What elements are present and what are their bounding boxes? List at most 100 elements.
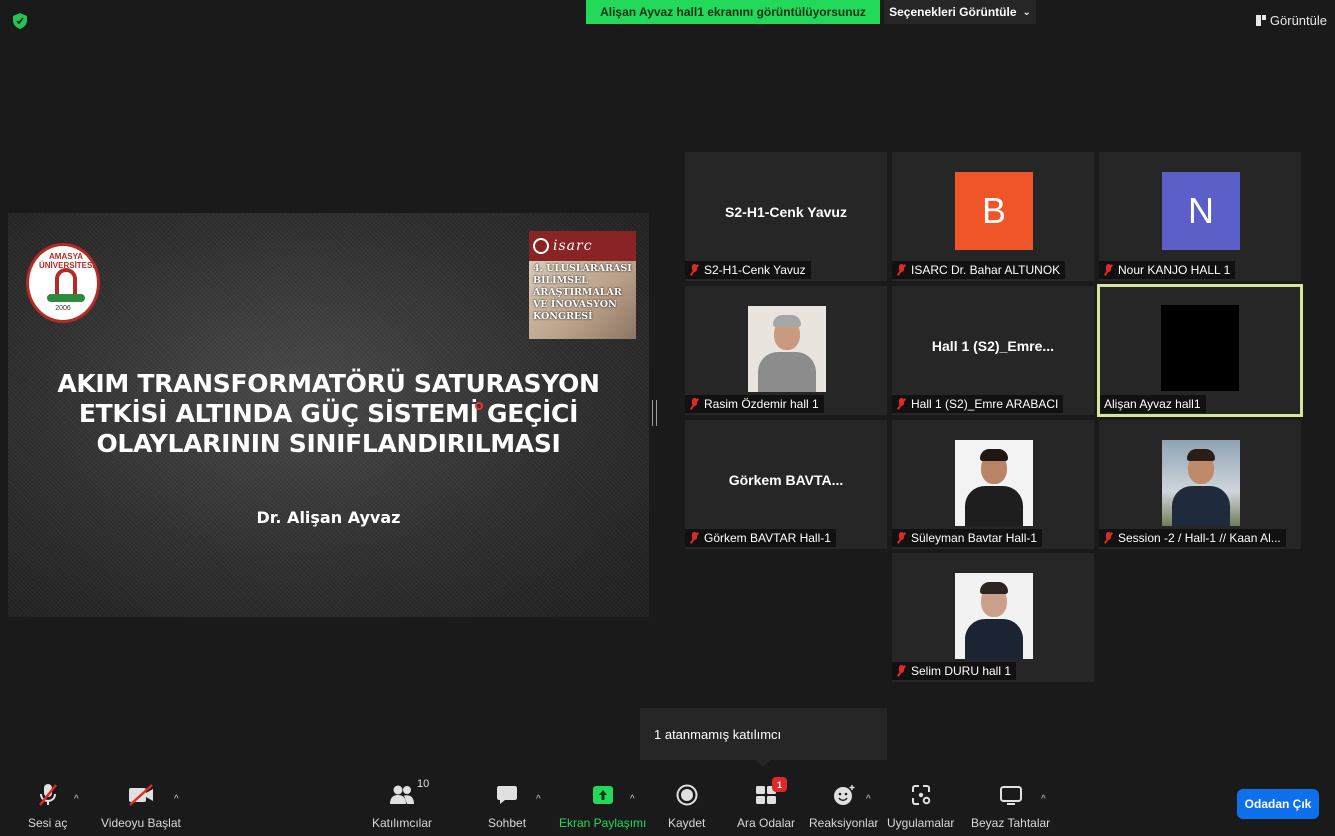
participant-nameplate: Nour KANJO HALL 1 xyxy=(1099,261,1236,279)
participants-icon xyxy=(390,785,414,804)
isarc-logo: isarc 4. ULUSLARARASI BİLİMSEL ARAŞTIRMA… xyxy=(529,231,636,339)
participants-button[interactable]: 10 Katılımcılar xyxy=(372,778,433,830)
participant-tile[interactable]: Süleyman Bavtar Hall-1 xyxy=(892,420,1094,549)
chat-options-caret-icon[interactable]: ^ xyxy=(536,794,541,805)
isarc-word: isarc xyxy=(553,238,593,254)
participant-tile[interactable]: Görkem BAVTA... Görkem BAVTAR Hall-1 xyxy=(685,420,887,549)
participant-video xyxy=(1162,440,1240,526)
whiteboard-caret-icon[interactable]: ^ xyxy=(1041,794,1046,805)
participant-display-name: Görkem BAVTA... xyxy=(728,472,844,488)
isarc-line: 4. ULUSLARARASI xyxy=(533,263,632,274)
record-icon xyxy=(676,784,698,806)
shared-screen[interactable]: AMASYA ÜNİVERSİTESİ 2006 isarc 4. ULUSLA… xyxy=(8,213,649,617)
slide-title: AKIM TRANSFORMATÖRÜ SATURASYON ETKİSİ AL… xyxy=(48,369,609,459)
start-video-button[interactable]: Videoyu Başlat xyxy=(101,782,181,830)
participant-display-name: S2-H1-Cenk Yavuz xyxy=(725,204,847,220)
view-layout-icon xyxy=(1255,14,1266,26)
mic-muted-icon xyxy=(689,532,700,544)
shield-icon[interactable] xyxy=(13,13,27,29)
audio-options-caret-icon[interactable]: ^ xyxy=(74,794,79,805)
participant-video xyxy=(1161,305,1239,391)
mic-muted-icon xyxy=(689,264,700,276)
breakout-rooms-label: Ara Odalar xyxy=(737,816,796,830)
participant-video xyxy=(955,573,1033,659)
isarc-line: VE İNOVASYON xyxy=(533,299,617,310)
slide-title-line: AKIM TRANSFORMATÖRÜ SATURASYON xyxy=(57,369,600,398)
participant-video xyxy=(748,306,826,392)
breakout-rooms-button[interactable]: 1 Ara Odalar xyxy=(737,777,796,830)
splitter-handle[interactable] xyxy=(652,400,657,426)
participant-name: Hall 1 (S2)_Emre ARABACI xyxy=(911,397,1059,411)
unassigned-participants-tooltip: 1 atanmamış katılımcı xyxy=(640,708,887,760)
whiteboards-button[interactable]: Beyaz Tahtalar xyxy=(971,782,1050,830)
unmute-label: Sesi aç xyxy=(28,816,68,830)
mic-muted-icon xyxy=(1103,532,1114,544)
view-options-button[interactable]: Seçenekleri Görüntüle ⌄ xyxy=(884,0,1036,24)
participant-name: Görkem BAVTAR Hall-1 xyxy=(704,531,831,545)
participant-tile[interactable]: Session -2 / Hall-1 // Kaan Al... xyxy=(1099,420,1301,549)
isarc-line: BİLİMSEL xyxy=(533,275,588,286)
participant-nameplate: Alişan Ayvaz hall1 xyxy=(1100,395,1206,413)
mic-muted-icon xyxy=(1103,264,1114,276)
whiteboards-label: Beyaz Tahtalar xyxy=(971,816,1051,830)
unmute-button[interactable]: Sesi aç xyxy=(28,782,67,830)
video-off-icon xyxy=(128,784,153,806)
participant-name: ISARC Dr. Bahar ALTUNOK xyxy=(911,263,1061,277)
participant-nameplate: Session -2 / Hall-1 // Kaan Al... xyxy=(1099,529,1286,547)
reactions-icon xyxy=(833,785,855,805)
participant-name: S2-H1-Cenk Yavuz xyxy=(704,263,806,277)
participant-nameplate: S2-H1-Cenk Yavuz xyxy=(685,261,811,279)
isarc-line: KONGRESİ xyxy=(533,311,593,322)
apps-icon xyxy=(911,785,930,805)
slide-title-line: OLAYLARININ SINIFLANDIRILMASI xyxy=(96,429,561,458)
reactions-button[interactable]: Reaksiyonlar xyxy=(809,782,878,830)
reactions-caret-icon[interactable]: ^ xyxy=(866,794,871,805)
view-toggle-button[interactable]: Görüntüle xyxy=(1255,10,1327,30)
participant-nameplate: ISARC Dr. Bahar ALTUNOK xyxy=(892,261,1066,279)
reactions-label: Reaksiyonlar xyxy=(809,816,879,830)
participant-tile-active-speaker[interactable]: Alişan Ayvaz hall1 xyxy=(1097,284,1303,417)
participant-nameplate: Görkem BAVTAR Hall-1 xyxy=(685,529,836,547)
participant-display-name: Hall 1 (S2)_Emre... xyxy=(931,338,1055,354)
share-screen-button[interactable]: Ekran Paylaşımı xyxy=(559,782,646,830)
share-screen-label: Ekran Paylaşımı xyxy=(559,816,647,830)
participant-tile[interactable]: Rasim Özdemir hall 1 xyxy=(685,286,887,415)
view-options-label: Seçenekleri Görüntüle xyxy=(889,5,1017,19)
participant-nameplate: Rasim Özdemir hall 1 xyxy=(685,395,824,413)
participant-nameplate: Selim DURU hall 1 xyxy=(892,662,1017,680)
participant-video xyxy=(955,440,1033,526)
participant-tile[interactable]: S2-H1-Cenk Yavuz S2-H1-Cenk Yavuz xyxy=(685,152,887,281)
participant-tile[interactable]: Selim DURU hall 1 xyxy=(892,553,1094,682)
chat-button[interactable]: Sohbet xyxy=(488,782,526,830)
participant-nameplate: Hall 1 (S2)_Emre ARABACI xyxy=(892,395,1064,413)
apps-label: Uygulamalar xyxy=(887,816,955,830)
leave-meeting-button[interactable]: Odadan Çık xyxy=(1237,789,1319,819)
avatar: B xyxy=(955,172,1033,250)
tooltip-arrow xyxy=(756,760,770,767)
participant-name: Session -2 / Hall-1 // Kaan Al... xyxy=(1118,531,1281,545)
slide-author: Dr. Alişan Ayvaz xyxy=(256,508,401,527)
mic-muted-icon xyxy=(896,398,907,410)
participant-tile[interactable]: Hall 1 (S2)_Emre... Hall 1 (S2)_Emre ARA… xyxy=(892,286,1094,415)
apps-button[interactable]: Uygulamalar xyxy=(887,782,954,830)
share-options-caret-icon[interactable]: ^ xyxy=(630,794,635,805)
meeting-toolbar: Sesi aç ^ Videoyu Başlat ^ 10 Katılımcıl… xyxy=(0,768,1335,836)
pointer-marker xyxy=(475,402,483,410)
participants-label: Katılımcılar xyxy=(372,816,433,830)
screen-share-banner: Alişan Ayvaz hall1 ekranını görüntülüyor… xyxy=(586,0,880,24)
mic-muted-icon xyxy=(896,532,907,544)
record-button[interactable]: Kaydet xyxy=(668,782,705,830)
participant-name: Süleyman Bavtar Hall-1 xyxy=(911,531,1038,545)
participants-count: 10 xyxy=(417,778,430,790)
participant-name: Rasim Özdemir hall 1 xyxy=(704,397,819,411)
mic-muted-icon xyxy=(38,784,57,806)
isarc-line: ARAŞTIRMALAR xyxy=(533,287,622,298)
participant-tile[interactable]: N Nour KANJO HALL 1 xyxy=(1099,152,1301,281)
participant-tile[interactable]: B ISARC Dr. Bahar ALTUNOK xyxy=(892,152,1094,281)
mic-muted-icon xyxy=(896,665,907,677)
start-video-label: Videoyu Başlat xyxy=(101,816,181,830)
participant-name: Alişan Ayvaz hall1 xyxy=(1104,397,1201,411)
university-logo-year: 2006 xyxy=(55,305,71,312)
view-toggle-label: Görüntüle xyxy=(1269,12,1327,28)
video-options-caret-icon[interactable]: ^ xyxy=(174,794,179,805)
